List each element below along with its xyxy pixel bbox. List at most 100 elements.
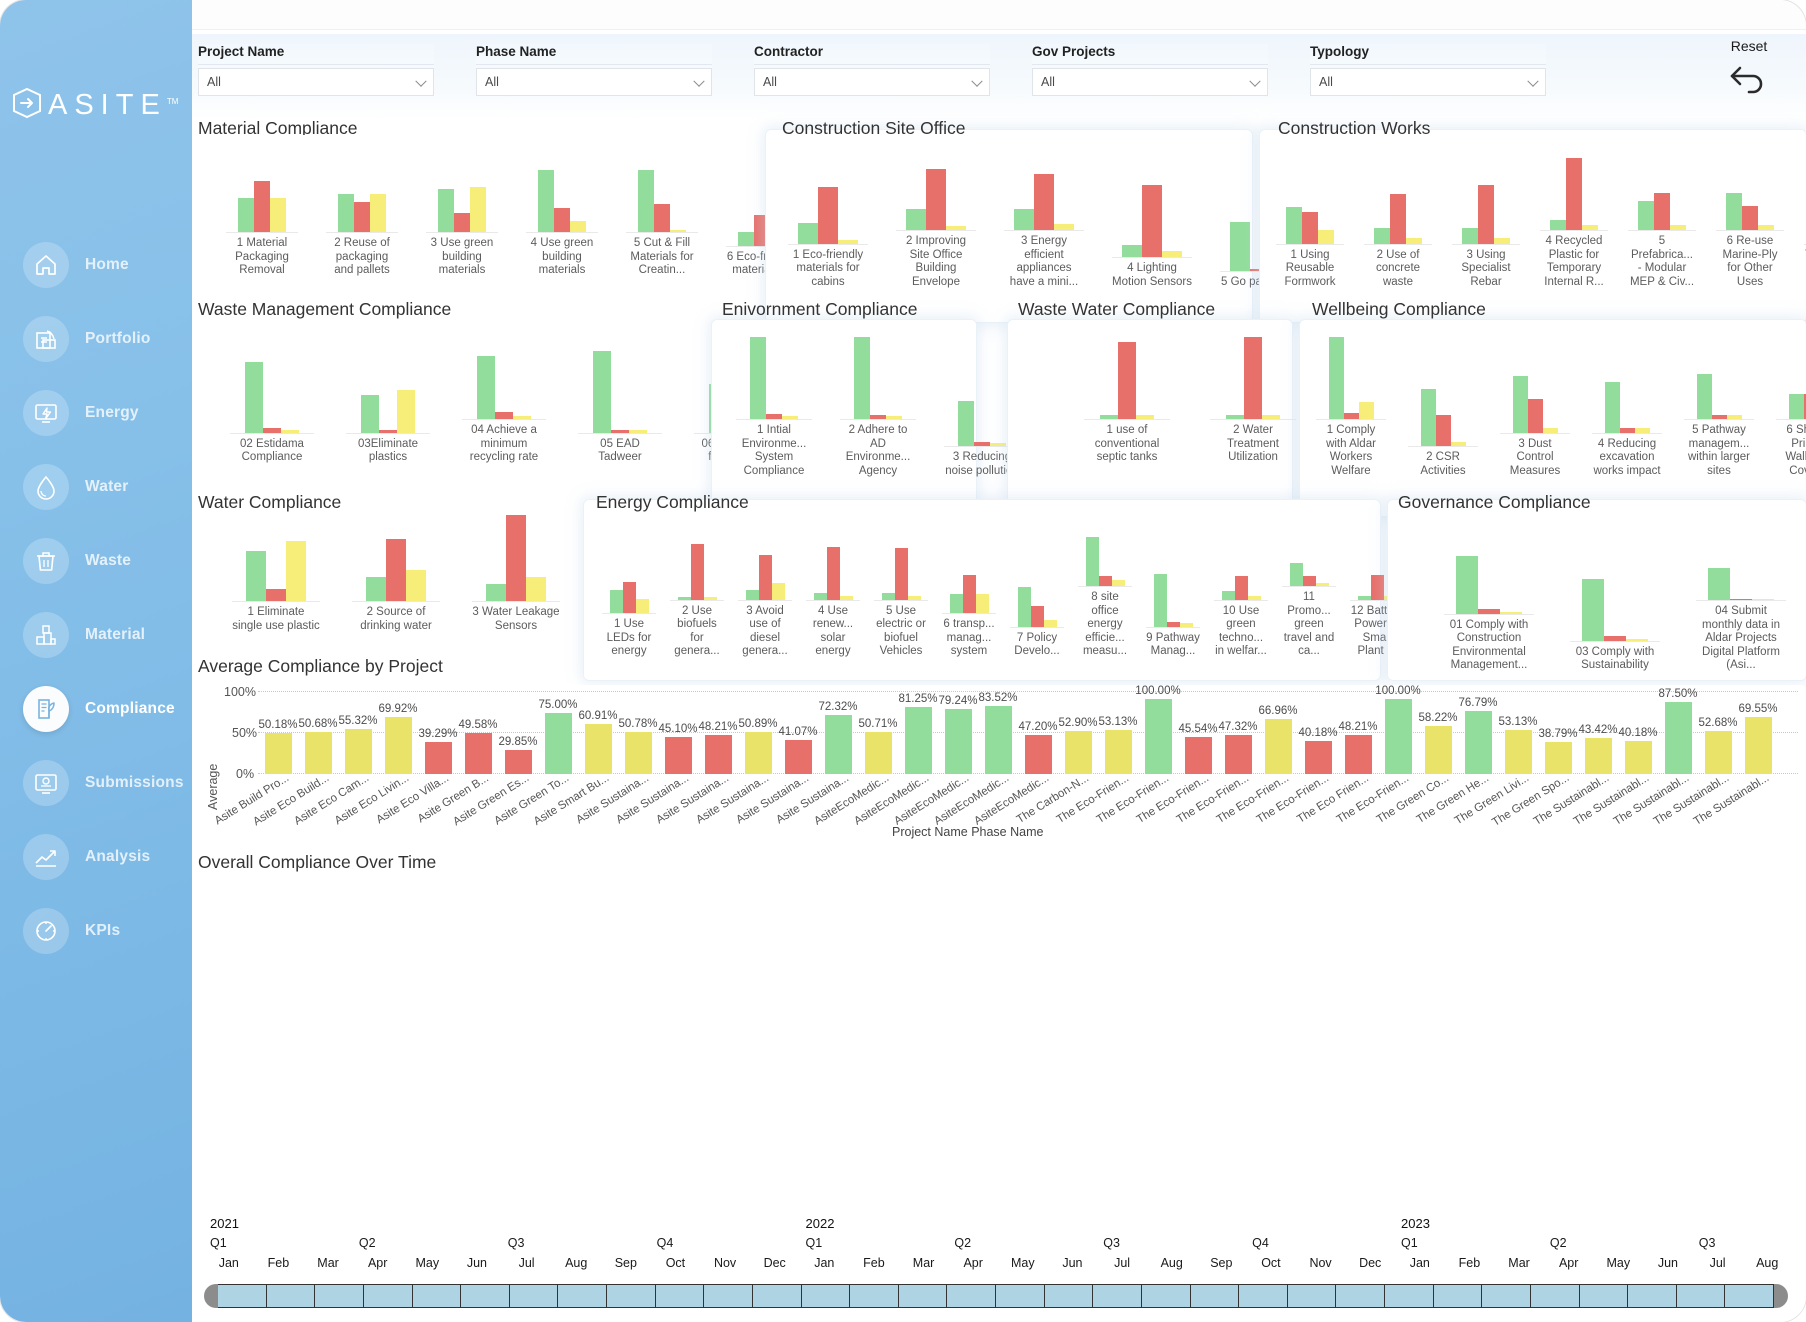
average-bar-column[interactable]: 39.29%Asite Eco Villa... [418, 685, 458, 774]
bar-n[interactable] [1031, 606, 1044, 627]
bar-c[interactable] [1329, 337, 1344, 419]
timeline-cell[interactable] [218, 1284, 267, 1308]
average-bar-column[interactable]: 87.50%The Sustainabl... [1658, 685, 1698, 774]
bar-group[interactable]: 5 Pathway managem... within larger sites [1684, 337, 1754, 478]
bar-group[interactable]: 2 Reuse of packaging and pallets [326, 170, 398, 278]
average-bar[interactable] [265, 733, 292, 774]
bar-c[interactable] [882, 593, 895, 600]
bar-c[interactable] [1222, 591, 1235, 599]
timeline-cell[interactable] [1725, 1284, 1774, 1308]
timeline-cell[interactable] [461, 1284, 510, 1308]
average-bar-column[interactable]: 100.00%The Eco-Frien... [1138, 685, 1178, 774]
bar-n[interactable] [354, 202, 370, 232]
bar-c[interactable] [593, 351, 611, 433]
bar-group[interactable]: 4 Use green building materials [526, 170, 598, 278]
bar-c[interactable] [1014, 209, 1034, 230]
bar-n[interactable] [759, 555, 772, 599]
timeline-cell[interactable] [1434, 1284, 1483, 1308]
average-bar[interactable] [505, 750, 532, 775]
bar-c[interactable] [1018, 587, 1031, 627]
average-bar[interactable] [1265, 719, 1292, 774]
average-bar[interactable] [1345, 735, 1372, 775]
bar-n[interactable] [454, 213, 470, 232]
average-bar[interactable] [705, 735, 732, 775]
governance-chart[interactable]: 01 Comply with Construction Environmenta… [1444, 538, 1806, 673]
timeline-cell[interactable] [1628, 1284, 1677, 1308]
average-bar-column[interactable]: 72.32%Asite Sustaina... [818, 685, 858, 774]
average-bar-column[interactable]: 48.21%Asite Sustaina... [698, 685, 738, 774]
timeline-cell[interactable] [315, 1284, 364, 1308]
bar-n[interactable] [1142, 185, 1162, 257]
bar-c[interactable] [750, 337, 766, 419]
sidebar-item-submissions[interactable]: Submissions [0, 746, 192, 820]
bar-group[interactable]: 3 Use green building materials [426, 170, 498, 278]
bar-c[interactable] [798, 223, 818, 244]
bar-n[interactable] [827, 547, 840, 600]
timeline-cell[interactable] [1531, 1284, 1580, 1308]
bar-group[interactable]: 3 Water Leakage Sensors [472, 515, 560, 633]
bar-n[interactable] [1302, 212, 1318, 243]
timeline-cell[interactable] [510, 1284, 559, 1308]
average-bar-column[interactable]: 47.32%The Eco-Frien... [1218, 685, 1258, 774]
average-bar[interactable] [1305, 741, 1332, 774]
reset-button[interactable]: Reset [1714, 38, 1784, 99]
average-bar[interactable] [665, 737, 692, 774]
bar-group[interactable]: 3 Using Specialist Rebar [1452, 172, 1520, 290]
bar-c[interactable] [1513, 376, 1528, 433]
bar-group[interactable]: 5 Prefabrica... - Modular MEP & Civ... [1628, 158, 1696, 289]
filter-dropdown[interactable]: All [754, 68, 990, 96]
bar-group[interactable]: 4 Reducing excavation works impact [1592, 351, 1662, 479]
average-bar[interactable] [1705, 731, 1732, 774]
average-bar-column[interactable]: 40.18%The Sustainabl... [1618, 685, 1658, 774]
bar-n[interactable] [1303, 576, 1316, 587]
average-bar[interactable] [985, 706, 1012, 775]
bar-group[interactable]: 1 Material Packaging Removal [226, 170, 298, 278]
construction-works-chart[interactable]: 1 Using Reusable Formwork2 Use of concre… [1276, 158, 1806, 289]
bar-group[interactable]: 03Eliminate plastics [346, 351, 430, 465]
average-bar[interactable] [745, 732, 772, 774]
timeline-cell[interactable] [1677, 1284, 1726, 1308]
average-bar-column[interactable]: 43.42%The Sustainabl... [1578, 685, 1618, 774]
timeline-scrubber[interactable]: 202120222023Q1Q2Q3Q4Q1Q2Q3Q4Q1Q2Q3JanFeb… [192, 1210, 1806, 1322]
average-bar-column[interactable]: 52.90%The Carbon-N... [1058, 685, 1098, 774]
bar-c[interactable] [361, 395, 379, 433]
sidebar-item-energy[interactable]: Energy [0, 376, 192, 450]
bar-group[interactable]: 7 Policy Develo... [1010, 571, 1064, 659]
bar-group[interactable]: 1 Eliminate single use plastic [232, 515, 320, 633]
bar-n[interactable] [495, 412, 513, 419]
bar-n[interactable] [1118, 342, 1136, 419]
bar-n[interactable] [1478, 185, 1494, 244]
bar-group[interactable]: 5 Use electric or biofuel Vehicles [874, 544, 928, 659]
average-bar-column[interactable]: 69.55%The Sustainabl... [1738, 685, 1778, 774]
average-bar-column[interactable]: 40.18%The Eco-Frien... [1298, 685, 1338, 774]
average-bar-column[interactable]: 45.10%Asite Sustaina... [658, 685, 698, 774]
timeline-cell[interactable] [947, 1284, 996, 1308]
bar-group[interactable]: 2 Water Treatment Utilization [1210, 337, 1296, 465]
timeline-handle-left[interactable] [204, 1284, 218, 1308]
sidebar-item-waste[interactable]: Waste [0, 524, 192, 598]
bar-n[interactable] [1528, 399, 1543, 433]
timeline-handle-right[interactable] [1774, 1284, 1788, 1308]
bar-p[interactable] [286, 541, 306, 601]
bar-p[interactable] [1318, 230, 1334, 243]
bar-n[interactable] [554, 208, 570, 232]
average-bars[interactable]: 50.18%Asite Build Pro...50.68%Asite Eco … [258, 685, 1778, 774]
timeline-cell[interactable] [850, 1284, 899, 1308]
bar-group[interactable]: 05 EAD Tadweer [578, 351, 662, 465]
bar-n[interactable] [1099, 576, 1112, 587]
average-bar[interactable] [1425, 726, 1452, 774]
bar-c[interactable] [1230, 222, 1250, 270]
bar-group[interactable]: 1 Use LEDs for energy [602, 557, 656, 659]
average-bar[interactable] [385, 717, 412, 774]
bar-n[interactable] [1371, 575, 1384, 600]
bar-group[interactable]: 9 Pathway Manag... [1146, 571, 1200, 659]
bar-group[interactable]: 4 Use renew... solar energy [806, 544, 860, 659]
bar-group[interactable]: 1 use of conventional septic tanks [1084, 337, 1170, 465]
bar-c[interactable] [1550, 220, 1566, 231]
average-compliance-chart[interactable]: Average 100% 50% 0% 50.18%Asite Build Pr… [192, 685, 1806, 865]
timeline-cell[interactable] [996, 1284, 1045, 1308]
average-bar[interactable] [305, 732, 332, 774]
average-bar-column[interactable]: 48.21%The Eco Frien... [1338, 685, 1378, 774]
bar-group[interactable]: 3 Dust Control Measures [1500, 351, 1570, 479]
average-bar-column[interactable]: 45.54%The Eco-Frien... [1178, 685, 1218, 774]
